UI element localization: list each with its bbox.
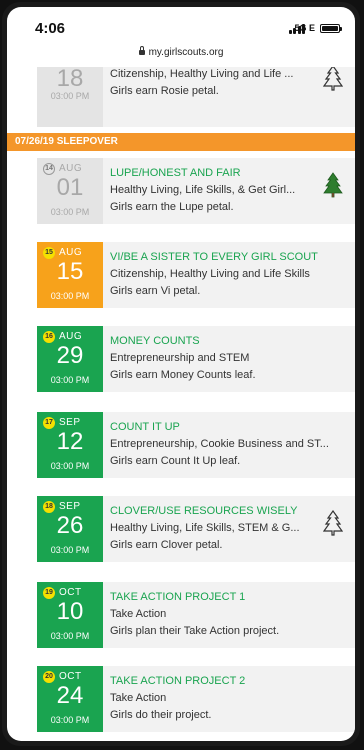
event-month: OCT: [59, 671, 82, 682]
event-date-box: 18 SEP 26 03:00 PM: [37, 496, 103, 562]
event-title-link[interactable]: LUPE/HONEST AND FAIR: [110, 167, 241, 179]
event-row[interactable]: 20 OCT 24 03:00 PM TAKE ACTION PROJECT 2 Take…: [37, 666, 355, 732]
event-description: Girls do their project.: [110, 709, 212, 721]
event-category: Healthy Living, Life Skills, & Get Girl.…: [110, 184, 296, 196]
event-date-box: 18 03:00 PM: [37, 67, 103, 127]
event-row[interactable]: 16 AUG 29 03:00 PM MONEY COUNTS Entrepreneurs…: [37, 326, 355, 392]
event-row[interactable]: 19 OCT 10 03:00 PM TAKE ACTION PROJECT 1 Take…: [37, 582, 355, 648]
event-row-partial[interactable]: 18 03:00 PM Citizenship, Healthy Living …: [37, 67, 355, 127]
status-bar: 4:06 5G E: [7, 7, 355, 45]
event-day: 29: [56, 342, 84, 369]
event-month: SEP: [59, 417, 81, 428]
event-description: Girls earn Rosie petal.: [110, 85, 219, 97]
event-time: 03:00 PM: [50, 461, 90, 471]
url-text: my.girlscouts.org: [148, 47, 224, 58]
url-bar[interactable]: my.girlscouts.org: [7, 46, 355, 67]
event-time: 03:00 PM: [50, 631, 90, 641]
event-month: SEP: [59, 501, 81, 512]
schedule-list: 18 03:00 PM Citizenship, Healthy Living …: [7, 67, 355, 741]
lock-icon: [138, 46, 145, 55]
network-label: 5G E: [294, 23, 315, 33]
event-day: 26: [56, 512, 84, 539]
event-time: 03:00 PM: [50, 375, 90, 385]
event-title-link[interactable]: CLOVER/USE RESOURCES WISELY: [110, 505, 297, 517]
event-row[interactable]: 14 AUG 01 03:00 PM LUPE/HONEST AND FAIR Healt…: [37, 158, 355, 224]
event-row[interactable]: 15 AUG 15 03:00 PM VI/BE A SISTER TO EVERY G…: [37, 242, 355, 308]
event-time: 03:00 PM: [50, 291, 90, 301]
event-month: AUG: [59, 331, 83, 342]
event-description: Girls earn Vi petal.: [110, 285, 201, 297]
event-day: 15: [56, 258, 84, 285]
event-day: 01: [56, 174, 84, 201]
event-month: AUG: [59, 163, 83, 174]
event-title-link[interactable]: VI/BE A SISTER TO EVERY GIRL SCOUT: [110, 251, 318, 263]
battery-icon: [320, 24, 342, 33]
event-description: Girls earn Count It Up leaf.: [110, 455, 241, 467]
event-date-box: 20 OCT 24 03:00 PM: [37, 666, 103, 732]
event-category: Citizenship, Healthy Living and Life Ski…: [110, 268, 310, 280]
event-category: Take Action: [110, 608, 167, 620]
event-date-box: 19 OCT 10 03:00 PM: [37, 582, 103, 648]
event-description: Girls earn the Lupe petal.: [110, 201, 234, 213]
event-date-box: 15 AUG 15 03:00 PM: [37, 242, 103, 308]
event-category: Entrepreneurship, Cookie Business and ST…: [110, 438, 329, 450]
event-description: Girls plan their Take Action project.: [110, 625, 280, 637]
event-description: Girls earn Clover petal.: [110, 539, 223, 551]
event-month: OCT: [59, 587, 82, 598]
tree-filled-icon: [323, 172, 343, 198]
event-date-box: 17 SEP 12 03:00 PM: [37, 412, 103, 478]
event-category: Entrepreneurship and STEM: [110, 352, 250, 364]
event-title-link[interactable]: MONEY COUNTS: [110, 335, 200, 347]
event-month: AUG: [59, 247, 83, 258]
event-title-link[interactable]: TAKE ACTION PROJECT 1: [110, 591, 245, 603]
event-time: 03:00 PM: [50, 545, 90, 555]
event-date-box: 16 AUG 29 03:00 PM: [37, 326, 103, 392]
event-description: Girls earn Money Counts leaf.: [110, 369, 256, 381]
tree-outline-icon: [323, 510, 343, 536]
event-day: 10: [56, 598, 84, 625]
event-time: 03:00 PM: [50, 91, 90, 101]
event-category: Healthy Living, Life Skills, STEM & G...: [110, 522, 300, 534]
event-category: Take Action: [110, 692, 167, 704]
event-day: 12: [56, 428, 84, 455]
event-time: 03:00 PM: [50, 207, 90, 217]
event-date-box: 14 AUG 01 03:00 PM: [37, 158, 103, 224]
screen: 4:06 5G E my.girlscouts.org 18 03:00 PM …: [7, 7, 355, 741]
event-day: 18: [56, 67, 84, 92]
section-header: 07/26/19 SLEEPOVER: [7, 133, 355, 151]
event-row[interactable]: 17 SEP 12 03:00 PM COUNT IT UP Entrepreneursh…: [37, 412, 355, 478]
event-title-link[interactable]: COUNT IT UP: [110, 421, 180, 433]
event-category: Citizenship, Healthy Living and Life ...: [110, 68, 294, 80]
phone-frame: 4:06 5G E my.girlscouts.org 18 03:00 PM …: [2, 2, 360, 746]
status-time: 4:06: [35, 20, 66, 37]
event-row[interactable]: 18 SEP 26 03:00 PM CLOVER/USE RESOURCES WISE…: [37, 496, 355, 562]
tree-outline-icon: [323, 67, 343, 91]
event-title-link[interactable]: TAKE ACTION PROJECT 2: [110, 675, 245, 687]
event-day: 24: [56, 682, 84, 709]
event-time: 03:00 PM: [50, 715, 90, 725]
